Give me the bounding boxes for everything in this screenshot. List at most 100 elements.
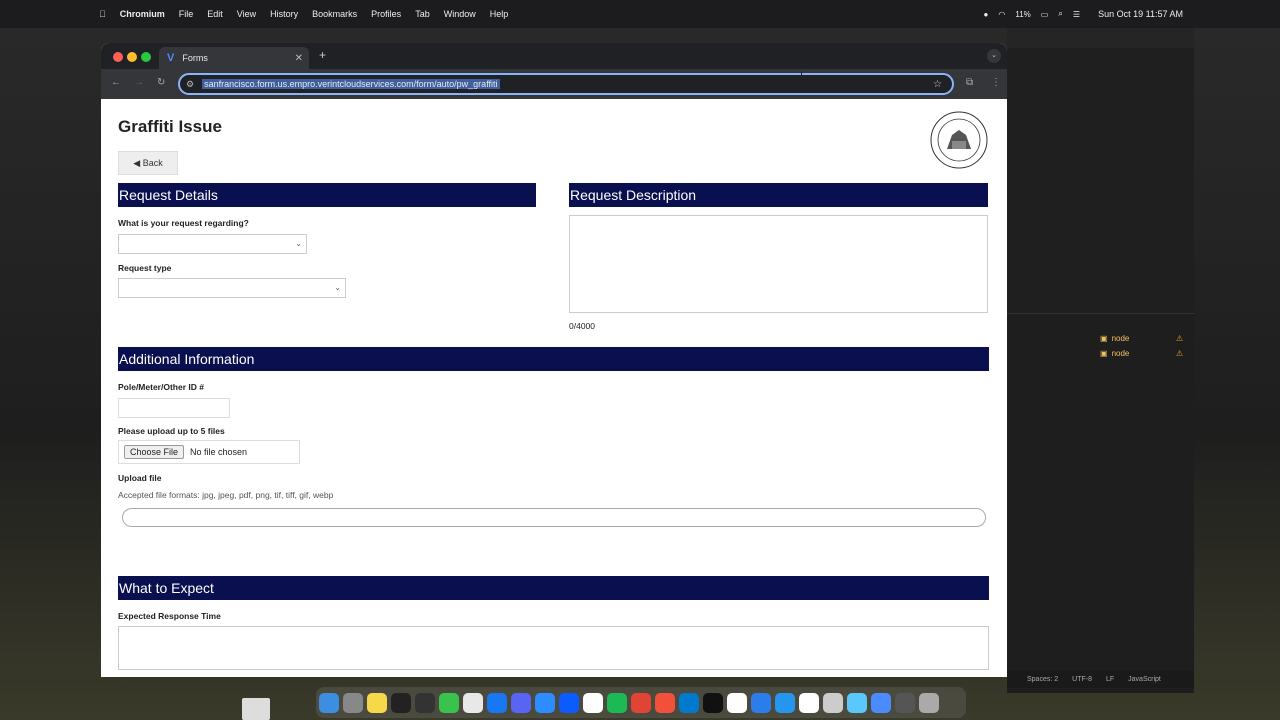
status-language[interactable]: JavaScript [1128, 676, 1161, 683]
warning-icon: ⚠ [1176, 349, 1184, 358]
pole-id-label: Pole/Meter/Other ID # [118, 382, 204, 392]
spotify-icon[interactable] [607, 692, 627, 713]
slack-icon[interactable] [463, 692, 483, 713]
url-text[interactable]: sanfrancisco.form.us.empro.verintcloudse… [202, 79, 500, 89]
chrome-icon[interactable] [631, 692, 651, 713]
site-info-icon[interactable]: ⚙ [186, 79, 194, 90]
additional-information-header: Additional Information [118, 347, 989, 371]
search-icon[interactable]: ⌕ [1058, 9, 1062, 19]
request-type-label: Request type [118, 263, 172, 273]
menu-app-name[interactable]: Chromium [120, 9, 165, 19]
xcode-icon[interactable] [751, 692, 771, 713]
menu-history[interactable]: History [270, 9, 298, 19]
request-type-select[interactable]: ⌄ [118, 278, 346, 298]
bookmark-star-icon[interactable]: ☆ [933, 79, 942, 90]
minimize-window-button[interactable] [127, 52, 137, 62]
messages-icon[interactable] [439, 692, 459, 713]
wifi-icon[interactable]: ◠ [998, 10, 1005, 19]
expected-response-field [118, 626, 989, 670]
settings-icon[interactable] [343, 692, 363, 713]
notes-icon[interactable] [367, 692, 387, 713]
battery-percent: 11% [1015, 9, 1031, 19]
safari-icon[interactable] [847, 692, 867, 713]
warning-icon: ⚠ [1176, 334, 1184, 343]
terminal-panel: ▣ node ⚠ ▣ node ⚠ [1007, 313, 1194, 693]
menu-tab[interactable]: Tab [415, 9, 430, 19]
request-details-header: Request Details [118, 183, 536, 207]
status-spaces[interactable]: Spaces: 2 [1027, 676, 1058, 683]
terminal-item[interactable]: ▣ node ⚠ [1100, 334, 1183, 343]
terminal-icon[interactable] [391, 692, 411, 713]
cursor-app-icon[interactable] [703, 692, 723, 713]
file-input[interactable]: Choose File No file chosen [118, 440, 300, 464]
menu-bookmarks[interactable]: Bookmarks [312, 9, 357, 19]
zoom-window-button[interactable] [141, 52, 151, 62]
back-button[interactable]: ◀ Back [118, 151, 178, 175]
desktop:  Chromium File Edit View History Bookma… [0, 0, 1280, 720]
more-menu-icon[interactable]: ⋮ [991, 77, 1001, 88]
regarding-select[interactable]: ⌄ [118, 234, 307, 254]
app-icon[interactable] [895, 692, 915, 713]
calendar-icon[interactable] [799, 692, 819, 713]
tab-strip: V Forms ✕ + ⌄ [101, 43, 1007, 69]
menu-help[interactable]: Help [490, 9, 509, 19]
menu-view[interactable]: View [237, 9, 256, 19]
tab-title: Forms [182, 53, 208, 63]
request-description-textarea[interactable] [569, 215, 988, 313]
tab-forms[interactable]: V Forms ✕ [159, 47, 309, 69]
back-arrow-icon[interactable]: ← [111, 77, 121, 88]
vscode-icon[interactable] [679, 692, 699, 713]
close-window-button[interactable] [113, 52, 123, 62]
chromium-icon[interactable] [871, 692, 891, 713]
address-bar[interactable]: ⚙ sanfrancisco.form.us.empro.verintcloud… [178, 73, 954, 95]
w-app-icon[interactable] [727, 692, 747, 713]
preview-icon[interactable] [823, 692, 843, 713]
notion-icon[interactable] [583, 692, 603, 713]
terminal-item[interactable]: ▣ node ⚠ [1100, 349, 1183, 358]
chevron-down-icon: ⌄ [334, 283, 341, 292]
desktop-file-icon[interactable] [242, 698, 270, 720]
record-icon[interactable]: ● [984, 10, 989, 19]
character-counter: 0/4000 [569, 321, 595, 331]
zoom-icon[interactable] [559, 692, 579, 713]
docker-icon[interactable] [775, 692, 795, 713]
battery-icon[interactable]: ▭ [1041, 10, 1049, 19]
control-center-icon[interactable]: ☰ [1073, 10, 1080, 19]
activity-icon[interactable] [415, 692, 435, 713]
menu-file[interactable]: File [179, 9, 194, 19]
finder-icon[interactable] [319, 692, 339, 713]
extensions-icon[interactable]: ⧉ [966, 77, 973, 88]
apple-icon[interactable]:  [99, 9, 106, 19]
close-tab-icon[interactable]: ✕ [295, 53, 303, 64]
choose-file-button[interactable]: Choose File [124, 445, 185, 459]
dock [316, 687, 966, 718]
discord-icon[interactable] [511, 692, 531, 713]
menu-profiles[interactable]: Profiles [371, 9, 401, 19]
mail-icon[interactable] [535, 692, 555, 713]
browser-toolbar: ← → ↻ ⚙ sanfrancisco.form.us.empro.verin… [101, 69, 1007, 99]
new-tab-button[interactable]: + [319, 48, 326, 62]
accepted-formats-text: Accepted file formats: jpg, jpeg, pdf, p… [118, 490, 334, 500]
reload-icon[interactable]: ↻ [157, 77, 165, 88]
forward-arrow-icon[interactable]: → [134, 77, 144, 88]
chevron-down-icon: ⌄ [295, 239, 302, 248]
menu-edit[interactable]: Edit [207, 9, 223, 19]
upload-dropzone[interactable] [122, 508, 986, 527]
verint-favicon-icon: V [167, 52, 175, 64]
status-encoding[interactable]: UTF-8 [1072, 676, 1092, 683]
upload-files-label: Please upload up to 5 files [118, 426, 225, 436]
tab-search-chevron-icon[interactable]: ⌄ [987, 49, 1001, 63]
form-page: Graffiti Issue ◀ Back Request Details Wh… [101, 99, 1007, 677]
terminal-icon: ▣ [1100, 349, 1108, 358]
page-title: Graffiti Issue [118, 117, 222, 136]
messenger-icon[interactable] [487, 692, 507, 713]
menu-clock[interactable]: Sun Oct 19 11:57 AM [1098, 9, 1183, 19]
menu-window[interactable]: Window [444, 9, 476, 19]
text-cursor-icon: I [800, 70, 804, 82]
swift-icon[interactable] [655, 692, 675, 713]
pole-id-input[interactable] [118, 398, 230, 418]
status-eol[interactable]: LF [1106, 676, 1114, 683]
no-file-text: No file chosen [190, 447, 248, 457]
trash-icon[interactable] [919, 692, 939, 713]
editor-status-bar: Spaces: 2 UTF-8 LF JavaScript [1007, 671, 1194, 688]
